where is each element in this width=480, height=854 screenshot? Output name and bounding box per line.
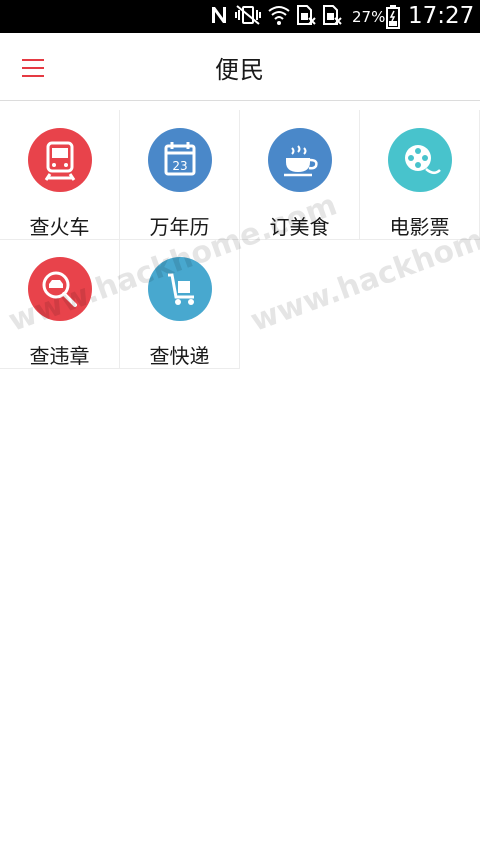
tile-label: 查快递: [149, 344, 210, 368]
status-bar: 27% 17:27: [0, 0, 480, 33]
coffee-cup-icon: [268, 128, 332, 192]
vibrate-mute-icon: [234, 4, 262, 30]
tile-label: 万年历: [149, 215, 210, 239]
tile-label: 电影票: [389, 215, 450, 239]
app-bar: 便民: [0, 33, 480, 101]
n-icon: [210, 5, 228, 29]
tile-label: 查违章: [29, 344, 90, 368]
tile-food[interactable]: 订美食: [240, 110, 360, 240]
tile-label: 查火车: [29, 215, 90, 239]
tile-calendar[interactable]: 23 万年历: [120, 110, 240, 240]
tile-express[interactable]: 查快递: [120, 239, 240, 369]
battery-icon: [386, 5, 400, 33]
tile-label: 订美食: [269, 215, 330, 239]
delivery-cart-icon: [148, 257, 212, 321]
sim-no-signal-icon: [296, 4, 316, 30]
train-icon: [28, 128, 92, 192]
page-title: 便民: [215, 56, 265, 84]
tile-movie[interactable]: 电影票: [360, 110, 480, 240]
tile-violation[interactable]: 查违章: [0, 239, 120, 369]
status-icons: [210, 4, 342, 30]
calendar-icon: 23: [148, 128, 212, 192]
tile-train[interactable]: 查火车: [0, 110, 120, 240]
calendar-day-number: 23: [172, 159, 187, 173]
battery-percent: 27%: [352, 8, 386, 26]
film-reel-icon: [388, 128, 452, 192]
clock: 17:27: [408, 3, 475, 29]
car-magnifier-icon: [28, 257, 92, 321]
wifi-icon: [268, 4, 290, 30]
sim-no-signal-icon: [322, 4, 342, 30]
